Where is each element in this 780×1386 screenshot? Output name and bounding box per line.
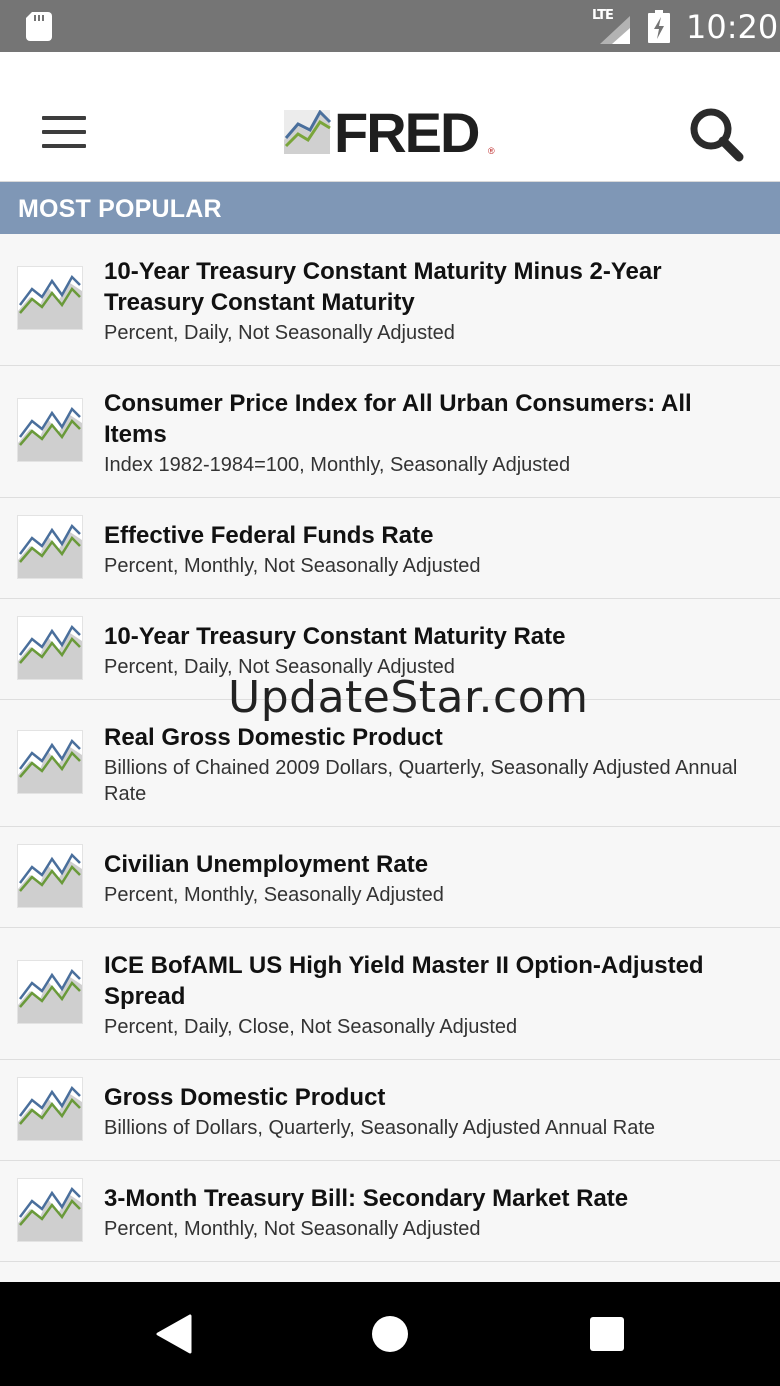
hamburger-icon[interactable] xyxy=(42,116,88,152)
list-item[interactable]: Consumer Price Index for All Urban Consu… xyxy=(0,366,780,498)
series-meta: Index 1982-1984=100, Monthly, Seasonally… xyxy=(104,454,571,476)
line-chart-icon xyxy=(17,515,83,579)
series-meta: Percent, Monthly, Not Seasonally Adjuste… xyxy=(104,555,481,577)
series-title: Effective Federal Funds Rate xyxy=(104,522,434,549)
list-item[interactable]: Gross Domestic Product Billions of Dolla… xyxy=(0,1060,780,1161)
series-title: ICE BofAML US High Yield Master II Optio… xyxy=(104,952,704,1010)
watermark-text: UpdateStar.com xyxy=(228,672,589,723)
list-item[interactable]: 10-Year Treasury Constant Maturity Minus… xyxy=(0,234,780,366)
line-chart-icon xyxy=(17,398,83,462)
series-title: 3-Month Treasury Bill: Secondary Market … xyxy=(104,1185,629,1212)
series-list: 10-Year Treasury Constant Maturity Minus… xyxy=(0,234,780,1262)
line-chart-icon xyxy=(17,844,83,908)
section-header: MOST POPULAR xyxy=(0,182,780,234)
sd-card-icon xyxy=(26,12,52,41)
list-item[interactable]: Effective Federal Funds Rate Percent, Mo… xyxy=(0,498,780,599)
line-chart-icon xyxy=(17,616,83,680)
series-title: Real Gross Domestic Product xyxy=(104,724,443,751)
series-title: 10-Year Treasury Constant Maturity Rate xyxy=(104,623,566,650)
series-title: 10-Year Treasury Constant Maturity Minus… xyxy=(104,258,662,316)
status-bar: LTE 10:20 xyxy=(0,0,780,52)
app-header: FRED ® xyxy=(0,52,780,182)
signal-icon xyxy=(600,16,630,44)
logo-text: FRED xyxy=(334,101,480,164)
series-meta: Billions of Dollars, Quarterly, Seasonal… xyxy=(104,1117,656,1139)
network-indicator: LTE xyxy=(592,8,634,44)
list-item[interactable]: ICE BofAML US High Yield Master II Optio… xyxy=(0,928,780,1060)
line-chart-icon xyxy=(17,266,83,330)
line-chart-icon xyxy=(17,1178,83,1242)
list-item[interactable]: Civilian Unemployment Rate Percent, Mont… xyxy=(0,827,780,928)
series-meta: Percent, Monthly, Seasonally Adjusted xyxy=(104,884,444,906)
fred-logo: FRED ® xyxy=(284,101,500,164)
logo-chart-icon xyxy=(284,110,332,154)
back-triangle-icon[interactable] xyxy=(156,1314,192,1354)
series-meta: Percent, Monthly, Not Seasonally Adjuste… xyxy=(104,1218,481,1240)
series-meta: Percent, Daily, Not Seasonally Adjusted xyxy=(104,322,455,344)
line-chart-icon xyxy=(17,960,83,1024)
series-title: Consumer Price Index for All Urban Consu… xyxy=(104,390,692,448)
battery-charging-icon xyxy=(648,10,670,43)
search-icon[interactable] xyxy=(688,106,744,162)
series-title: Civilian Unemployment Rate xyxy=(104,851,429,878)
series-title: Gross Domestic Product xyxy=(104,1084,386,1111)
system-nav-bar xyxy=(0,1282,780,1386)
line-chart-icon xyxy=(17,730,83,794)
series-meta: Percent, Daily, Close, Not Seasonally Ad… xyxy=(104,1016,518,1038)
line-chart-icon xyxy=(17,1077,83,1141)
list-item[interactable]: 3-Month Treasury Bill: Secondary Market … xyxy=(0,1161,780,1262)
home-circle-icon[interactable] xyxy=(372,1316,408,1352)
series-meta: Billions of Chained 2009 Dollars, Quarte… xyxy=(104,757,738,805)
status-clock: 10:20 xyxy=(686,8,779,46)
section-title: MOST POPULAR xyxy=(18,195,222,223)
recent-apps-square-icon[interactable] xyxy=(590,1317,624,1351)
logo-registered-mark: ® xyxy=(488,146,495,156)
